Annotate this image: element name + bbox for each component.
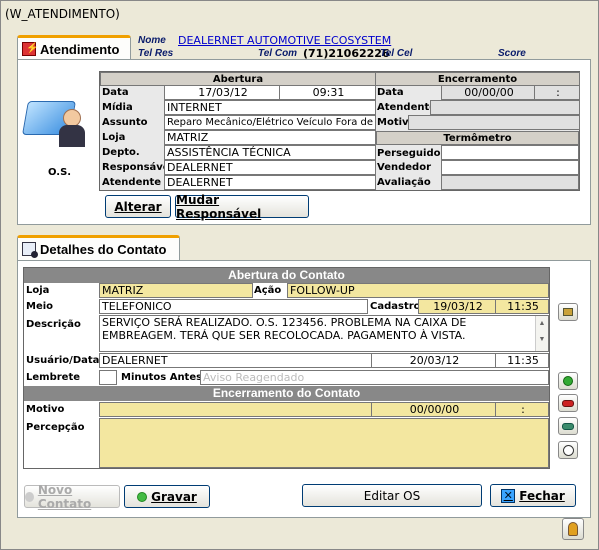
responsavel-field[interactable]: DEALERNET [164,160,376,175]
enc-hora-field[interactable]: : [534,85,580,100]
tel-cel-label: Tel Cel [380,48,413,59]
perseguidor-field[interactable] [441,145,579,160]
cadastro-time-field[interactable]: 11:35 [495,299,549,314]
tab-atendimento-label: Atendimento [40,41,120,57]
fechar-button[interactable]: ✕ Fechar [490,484,576,507]
contato-motivo-label: Motivo [26,404,65,415]
hora-field[interactable]: 09:31 [279,85,376,100]
enc-motivo-field[interactable] [408,115,580,130]
tel-res-label: Tel Res [138,48,174,59]
assunto-field[interactable]: Reparo Mecânico/Elétrico Veículo Fora de [164,115,376,130]
editar-os-button[interactable]: Editar OS [302,484,482,507]
motivo-time-field[interactable]: : [495,402,549,417]
atendimento-window: (W_ATENDIMENTO) ⚡ Atendimento Nome DEALE… [0,0,599,550]
data-label: Data [102,87,129,98]
gravar-label: Gravar [151,489,197,504]
novo-contato-label: Novo Contato [37,482,92,511]
folder-user-icon [22,91,93,151]
descricao-label: Descrição [26,319,81,330]
vendedor-field[interactable] [441,160,579,175]
tel-com-label: Tel Com [258,48,298,59]
tab-atendimento[interactable]: ⚡ Atendimento [17,35,131,60]
usuario-field[interactable]: DEALERNET [99,353,372,368]
contato-loja-field[interactable]: MATRIZ [99,283,253,298]
novo-contato-button[interactable]: Novo Contato [24,482,120,511]
encerramento-header: Encerramento [375,72,580,86]
midia-field[interactable]: INTERNET [164,100,376,115]
contato-motivo-field[interactable] [99,402,372,417]
nome-label: Nome [138,35,166,46]
data-field[interactable]: 17/03/12 [164,85,280,100]
novo-contato-icon [25,491,34,502]
customer-name-link[interactable]: DEALERNET AUTOMOTIVE ECOSYSTEM [178,34,391,47]
encerramento-contato-header: Encerramento do Contato [24,386,549,401]
descricao-textarea[interactable]: SERVIÇO SERÁ REALIZADO. O.S. 123456. PRO… [99,315,549,352]
meio-field[interactable]: TELEFONICO [99,299,368,314]
atendimento-icon: ⚡ [22,42,38,56]
clock-icon[interactable] [558,441,578,459]
vendedor-label: Vendedor [377,162,431,173]
avaliacao-label: Avaliação [377,177,431,188]
enc-atendente-label: Atendente [377,102,437,113]
aviso-reagendado-input[interactable]: Aviso Reagendado [200,370,549,385]
close-icon: ✕ [501,488,516,503]
motivo-date-field[interactable]: 00/00/00 [371,402,496,417]
cadastro-date-field[interactable]: 19/03/12 [418,299,496,314]
score-label: Score [498,48,526,59]
contato-grid: Abertura do Contato Loja MATRIZ Ação FOL… [23,267,550,469]
loja-label: Loja [102,132,126,143]
abertura-header: Abertura [100,72,376,86]
enc-data-field[interactable]: 00/00/00 [441,85,535,100]
window-title: (W_ATENDIMENTO) [5,7,120,21]
midia-label: Mídia [102,102,133,113]
usuario-date-field[interactable]: 20/03/12 [371,353,496,368]
os-label: O.S. [48,167,72,178]
contact-details-icon [22,242,38,258]
perseguidor-label: Perseguidor [377,148,446,159]
tab-detalhes-contato[interactable]: Detalhes do Contato [17,235,180,260]
enc-atendente-field[interactable] [430,100,580,115]
gravar-icon [137,491,148,502]
mudar-responsavel-button[interactable]: Mudar Responsável [175,193,309,221]
gravar-button[interactable]: Gravar [124,485,210,508]
lembrete-label: Lembrete [26,372,81,383]
cadastro-label: Cadastro [370,301,421,312]
user-icon[interactable] [562,518,584,540]
print-icon[interactable] [558,303,578,321]
tab-detalhes-label: Detalhes do Contato [40,241,167,257]
fechar-label: Fechar [519,488,565,503]
meio-label: Meio [26,301,54,312]
atendente-label: Atendente [102,177,162,188]
atendimento-grid: Abertura Encerramento Data 17/03/12 09:3… [99,71,580,191]
enc-data-label: Data [377,87,404,98]
avaliacao-field[interactable] [441,175,579,190]
responsavel-label: Responsável [102,162,174,173]
atendente-field[interactable]: DEALERNET [164,175,376,190]
abertura-contato-header: Abertura do Contato [24,268,549,283]
loja-field[interactable]: MATRIZ [164,130,376,145]
percepcao-label: Percepção [26,422,85,433]
alterar-button[interactable]: Alterar [105,195,171,218]
assunto-label: Assunto [102,117,148,128]
lembrete-checkbox[interactable] [99,370,117,385]
minutos-antes-label: Minutos Antes [121,372,203,383]
depto-field[interactable]: ASSISTÊNCIA TÉCNICA [164,145,376,160]
car-red-icon[interactable] [558,394,578,412]
refresh-icon[interactable] [558,372,578,390]
acao-label: Ação [254,285,282,296]
car-green-icon[interactable] [558,417,578,435]
percepcao-field[interactable] [99,418,549,468]
acao-field[interactable]: FOLLOW-UP [287,283,549,298]
descricao-scrollbar[interactable]: ▲ ▼ [535,316,548,351]
contato-loja-label: Loja [26,285,50,296]
usuario-time-field[interactable]: 11:35 [495,353,549,368]
depto-label: Depto. [102,147,140,158]
termometro-header: Termômetro [376,131,579,145]
usuario-label: Usuário/Data [26,355,100,366]
